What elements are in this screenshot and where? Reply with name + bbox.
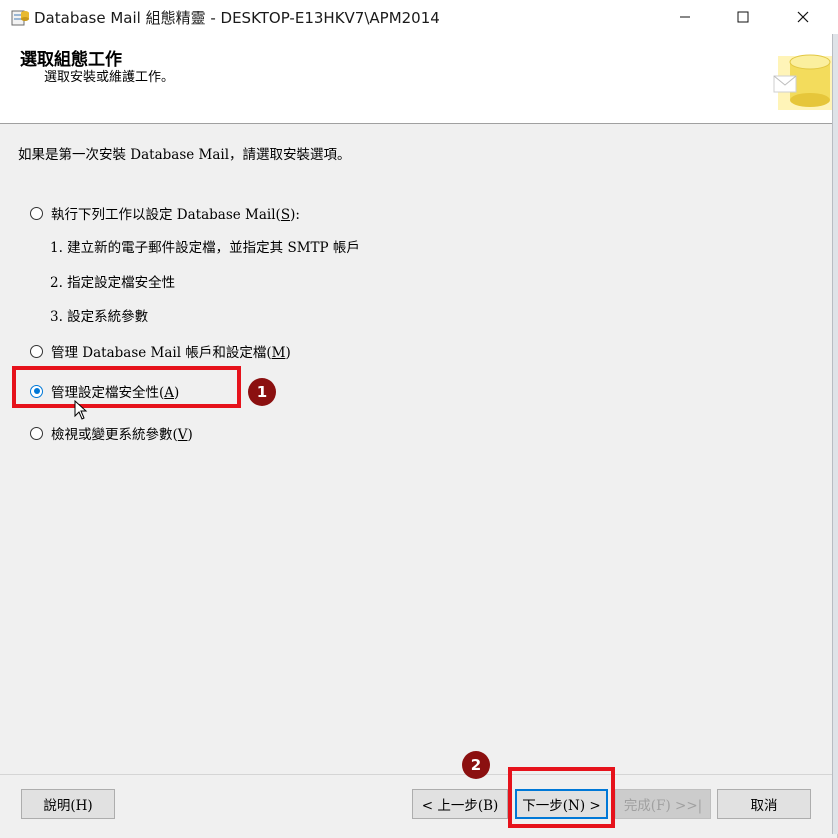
option-label: 執行下列工作以設定 Database Mail(S):	[51, 207, 300, 223]
option-label: 檢視或變更系統參數(V)	[51, 427, 193, 443]
wizard-window: Database Mail 組態精靈 - DESKTOP-E13HKV7\APM…	[0, 0, 838, 838]
option-view-change-system-parameters[interactable]: 檢視或變更系統參數(V)	[30, 423, 193, 443]
page-subtitle: 選取安裝或維護工作。	[44, 70, 175, 85]
wizard-header: 選取組態工作 選取安裝或維護工作。	[0, 34, 838, 124]
back-button[interactable]: < 上一步(B)	[412, 789, 508, 819]
annotation-badge-2: 2	[462, 751, 490, 779]
close-icon	[797, 11, 809, 23]
option-manage-accounts-profiles[interactable]: 管理 Database Mail 帳戶和設定檔(M)	[30, 341, 291, 361]
finish-button: 完成(F) >>|	[615, 789, 711, 819]
radio-button[interactable]	[30, 206, 43, 220]
minimize-icon	[680, 16, 690, 18]
setup-step-3: 3. 設定系統參數	[50, 309, 149, 325]
radio-button[interactable]	[30, 426, 43, 440]
database-mail-banner-icon	[773, 54, 832, 110]
footer-separator	[0, 774, 832, 775]
help-button[interactable]: 說明(H)	[21, 789, 115, 819]
window-title: Database Mail 組態精靈 - DESKTOP-E13HKV7\APM…	[34, 9, 440, 27]
highlight-box-next	[508, 767, 615, 828]
option-label: 管理 Database Mail 帳戶和設定檔(M)	[51, 345, 291, 361]
maximize-icon	[737, 11, 749, 23]
close-button[interactable]	[780, 0, 826, 34]
highlight-box-option	[12, 366, 241, 408]
option-setup-database-mail[interactable]: 執行下列工作以設定 Database Mail(S):	[30, 203, 300, 223]
setup-step-1: 1. 建立新的電子郵件設定檔，並指定其 SMTP 帳戶	[50, 240, 360, 256]
mouse-cursor-icon	[74, 400, 88, 420]
radio-button[interactable]	[30, 344, 43, 358]
maximize-button[interactable]	[720, 0, 766, 34]
database-mail-app-icon	[11, 10, 29, 26]
setup-step-2: 2. 指定設定檔安全性	[50, 275, 176, 291]
annotation-badge-1: 1	[248, 378, 276, 406]
minimize-button[interactable]	[662, 0, 708, 34]
cancel-button[interactable]: 取消	[717, 789, 811, 819]
title-bar: Database Mail 組態精靈 - DESKTOP-E13HKV7\APM…	[0, 0, 838, 34]
right-edge-strip	[832, 34, 838, 834]
intro-text: 如果是第一次安裝 Database Mail，請選取安裝選項。	[18, 147, 351, 163]
